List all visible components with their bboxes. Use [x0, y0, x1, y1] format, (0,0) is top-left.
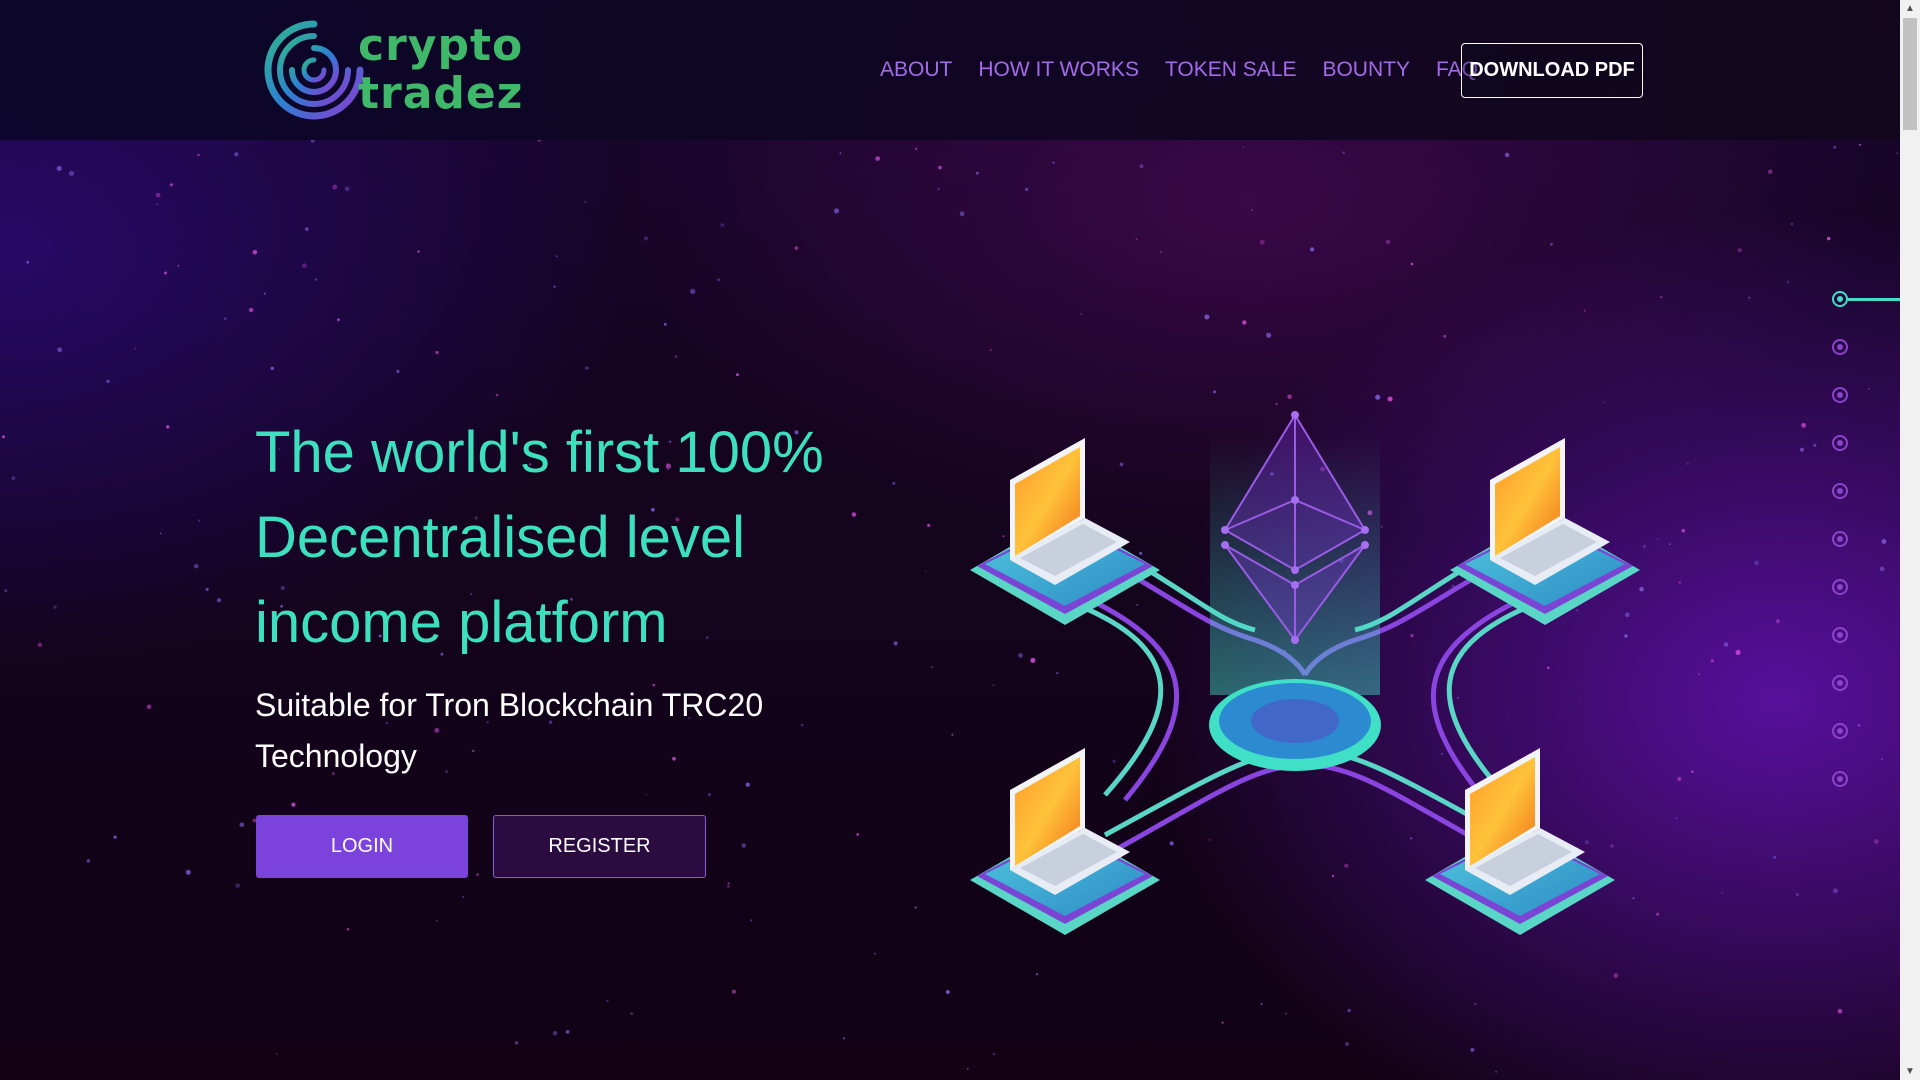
header: crypto tradez ABOUT HOW IT WORKS TOKEN S… — [0, 0, 1900, 140]
nav-how-it-works[interactable]: HOW IT WORKS — [978, 58, 1139, 82]
section-dot-3[interactable] — [1832, 387, 1848, 403]
nav-token-sale[interactable]: TOKEN SALE — [1165, 58, 1297, 82]
nav-bounty[interactable]: BOUNTY — [1322, 58, 1410, 82]
login-button[interactable]: LOGIN — [256, 815, 468, 878]
spiral-logo-icon — [264, 20, 364, 120]
section-dot-8[interactable] — [1832, 627, 1848, 643]
section-dot-6[interactable] — [1832, 531, 1848, 547]
logo-wordmark: crypto tradez — [358, 22, 523, 118]
logo-line-1: crypto — [358, 20, 524, 71]
download-pdf-button[interactable]: DOWNLOAD PDF — [1461, 43, 1643, 98]
register-button[interactable]: REGISTER — [493, 815, 706, 878]
section-dot-1[interactable] — [1832, 291, 1848, 307]
hero-subtitle: Suitable for Tron Blockchain TRC20 Techn… — [255, 687, 764, 774]
vertical-scrollbar[interactable]: ▲ ▼ — [1900, 0, 1920, 1080]
logo[interactable]: crypto tradez — [262, 18, 522, 122]
section-dot-2[interactable] — [1832, 339, 1848, 355]
section-dot-9[interactable] — [1832, 675, 1848, 691]
section-dots-nav — [1820, 285, 1900, 795]
main-nav: ABOUT HOW IT WORKS TOKEN SALE BOUNTY FAQ — [880, 52, 1504, 88]
section-dot-11[interactable] — [1832, 771, 1848, 787]
section-dot-5[interactable] — [1832, 483, 1848, 499]
scroll-up-arrow-icon[interactable]: ▲ — [1900, 0, 1920, 17]
active-dot-indicator-line — [1848, 298, 1900, 301]
section-dot-7[interactable] — [1832, 579, 1848, 595]
scroll-down-arrow-icon[interactable]: ▼ — [1900, 1063, 1920, 1080]
blockchain-network-illustration — [970, 411, 1640, 935]
nav-about[interactable]: ABOUT — [880, 58, 952, 82]
hero-title: The world's first 100% Decentralised lev… — [255, 420, 824, 655]
scrollbar-thumb[interactable] — [1903, 18, 1917, 130]
logo-line-2: tradez — [358, 68, 524, 119]
section-dot-4[interactable] — [1832, 435, 1848, 451]
page-viewport: crypto tradez ABOUT HOW IT WORKS TOKEN S… — [0, 0, 1900, 1080]
section-dot-10[interactable] — [1832, 723, 1848, 739]
